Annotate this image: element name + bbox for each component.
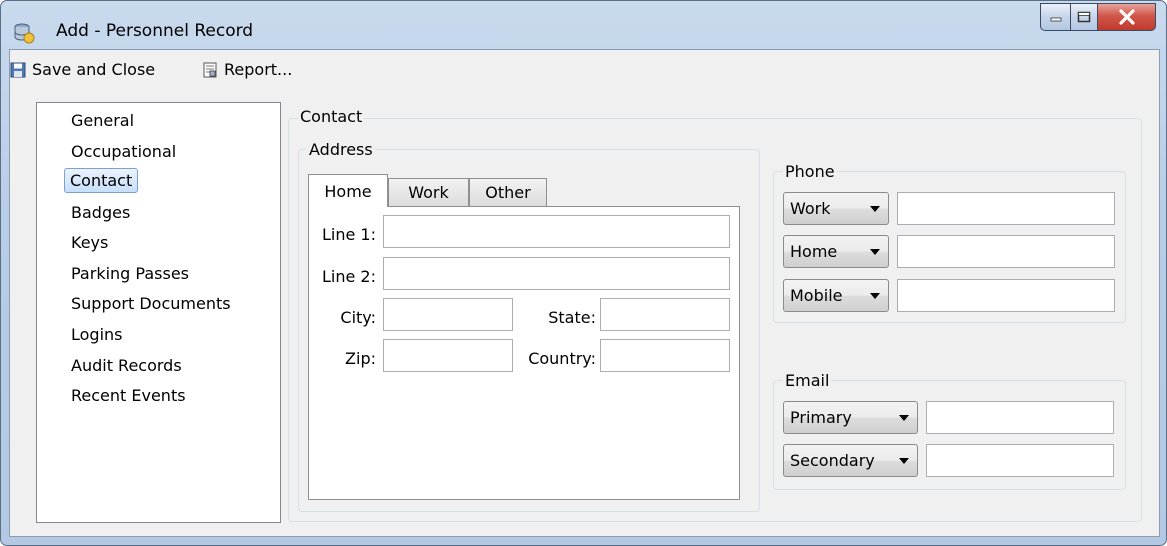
tab-home[interactable]: Home <box>308 174 388 207</box>
country-label: Country: <box>528 349 596 368</box>
contact-group-label: Contact <box>298 107 365 126</box>
state-input[interactable] <box>600 298 730 331</box>
tab-other[interactable]: Other <box>469 178 547 206</box>
nav-item-logins[interactable]: Logins <box>71 325 123 344</box>
phone-type-label: Work <box>790 199 831 218</box>
nav-item-keys[interactable]: Keys <box>71 233 108 252</box>
title-bar[interactable]: Add - Personnel Record <box>1 1 1166 49</box>
phone-type-home-dropdown[interactable]: Home <box>783 235 889 268</box>
state-label: State: <box>548 308 596 327</box>
address-group-label: Address <box>307 140 375 159</box>
line1-input[interactable] <box>383 215 730 248</box>
email-type-secondary-dropdown[interactable]: Secondary <box>783 444 918 477</box>
nav-item-general[interactable]: General <box>71 111 134 130</box>
line2-label: Line 2: <box>322 267 376 286</box>
phone-mobile-input[interactable] <box>897 279 1115 312</box>
save-and-close-label: Save and Close <box>32 60 156 79</box>
window-title: Add - Personnel Record <box>56 21 254 41</box>
report-label: Report... <box>224 60 293 79</box>
email-type-label: Primary <box>790 408 852 427</box>
phone-work-input[interactable] <box>897 192 1115 225</box>
save-and-close-button[interactable]: Save and Close <box>10 60 155 79</box>
line1-label: Line 1: <box>322 225 376 244</box>
report-button[interactable]: Report... <box>202 60 292 79</box>
phone-type-work-dropdown[interactable]: Work <box>783 192 889 225</box>
tab-work[interactable]: Work <box>388 178 469 206</box>
city-input[interactable] <box>383 298 513 331</box>
window-client-area: Save and Close Report... General Occupat… <box>9 49 1160 537</box>
email-type-label: Secondary <box>790 451 875 470</box>
maximize-button[interactable] <box>1070 3 1098 31</box>
nav-item-recent-events[interactable]: Recent Events <box>71 386 186 405</box>
email-secondary-input[interactable] <box>926 444 1114 477</box>
minimize-icon <box>1050 17 1061 22</box>
phone-type-label: Home <box>790 242 838 261</box>
app-window: Add - Personnel Record Save and Close Re… <box>0 0 1167 546</box>
nav-item-contact[interactable]: Contact <box>64 168 139 193</box>
maximize-icon <box>1077 11 1091 23</box>
zip-label: Zip: <box>345 349 376 368</box>
chevron-down-icon <box>899 415 909 421</box>
chevron-down-icon <box>870 293 880 299</box>
database-icon <box>13 22 35 44</box>
city-label: City: <box>340 308 376 327</box>
toolbar: Save and Close Report... <box>10 50 1159 94</box>
report-icon <box>202 62 218 78</box>
nav-item-support-documents[interactable]: Support Documents <box>71 294 231 313</box>
window-controls <box>1040 3 1156 31</box>
phone-home-input[interactable] <box>897 235 1115 268</box>
phone-group-label: Phone <box>783 162 837 181</box>
country-input[interactable] <box>600 339 730 372</box>
section-list[interactable]: General Occupational Contact Badges Keys… <box>36 102 281 523</box>
line2-input[interactable] <box>383 257 730 290</box>
close-button[interactable] <box>1098 3 1156 31</box>
chevron-down-icon <box>870 206 880 212</box>
email-group-label: Email <box>783 371 832 390</box>
minimize-button[interactable] <box>1040 3 1070 31</box>
email-type-primary-dropdown[interactable]: Primary <box>783 401 918 434</box>
close-icon <box>1118 9 1135 25</box>
nav-item-occupational[interactable]: Occupational <box>71 142 176 161</box>
phone-type-mobile-dropdown[interactable]: Mobile <box>783 279 889 312</box>
chevron-down-icon <box>870 249 880 255</box>
zip-input[interactable] <box>383 339 513 372</box>
save-icon <box>10 62 26 78</box>
chevron-down-icon <box>899 458 909 464</box>
nav-item-parking-passes[interactable]: Parking Passes <box>71 264 189 283</box>
phone-type-label: Mobile <box>790 286 843 305</box>
nav-item-audit-records[interactable]: Audit Records <box>71 356 182 375</box>
email-primary-input[interactable] <box>926 401 1114 434</box>
nav-item-badges[interactable]: Badges <box>71 203 130 222</box>
